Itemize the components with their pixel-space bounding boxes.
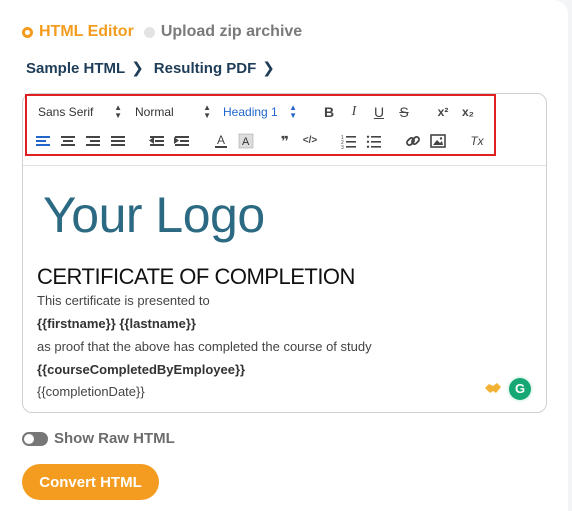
show-raw-html-label: Show Raw HTML bbox=[54, 430, 175, 447]
convert-html-button[interactable]: Convert HTML bbox=[22, 464, 159, 500]
source-mode-selector: HTML Editor Upload zip archive bbox=[22, 22, 302, 42]
tab-resulting-pdf[interactable]: Resulting PDF bbox=[154, 60, 257, 77]
completion-date-placeholder[interactable]: {{completionDate}} bbox=[37, 384, 145, 400]
chevron-right-icon: ❯ bbox=[131, 60, 144, 77]
certificate-line[interactable]: as proof that the above has completed th… bbox=[37, 339, 372, 355]
chevron-right-icon: ❯ bbox=[262, 60, 275, 77]
course-placeholder[interactable]: {{courseCompletedByEmployee}} bbox=[37, 362, 245, 378]
radio-upload-zip[interactable] bbox=[143, 26, 155, 38]
handshake-icon[interactable] bbox=[484, 380, 502, 396]
certificate-title[interactable]: CERTIFICATE OF COMPLETION bbox=[37, 264, 355, 290]
step-tabs: Sample HTML ❯ Resulting PDF ❯ bbox=[26, 58, 285, 78]
radio-html-editor-label[interactable]: HTML Editor bbox=[39, 23, 134, 41]
toolbar-divider bbox=[23, 165, 546, 166]
radio-html-editor[interactable] bbox=[22, 26, 33, 38]
logo-placeholder: Your Logo bbox=[43, 187, 265, 243]
certificate-name-placeholder[interactable]: {{firstname}} {{lastname}} bbox=[37, 316, 196, 332]
toggle-switch[interactable] bbox=[22, 431, 48, 446]
radio-upload-zip-label[interactable]: Upload zip archive bbox=[161, 23, 302, 41]
show-raw-html-toggle[interactable]: Show Raw HTML bbox=[22, 430, 175, 447]
certificate-line[interactable]: This certificate is presented to bbox=[37, 293, 210, 309]
grammarly-icon[interactable]: G bbox=[509, 378, 531, 400]
tab-sample-html[interactable]: Sample HTML bbox=[26, 60, 125, 77]
toolbar-highlight-box bbox=[25, 94, 496, 156]
